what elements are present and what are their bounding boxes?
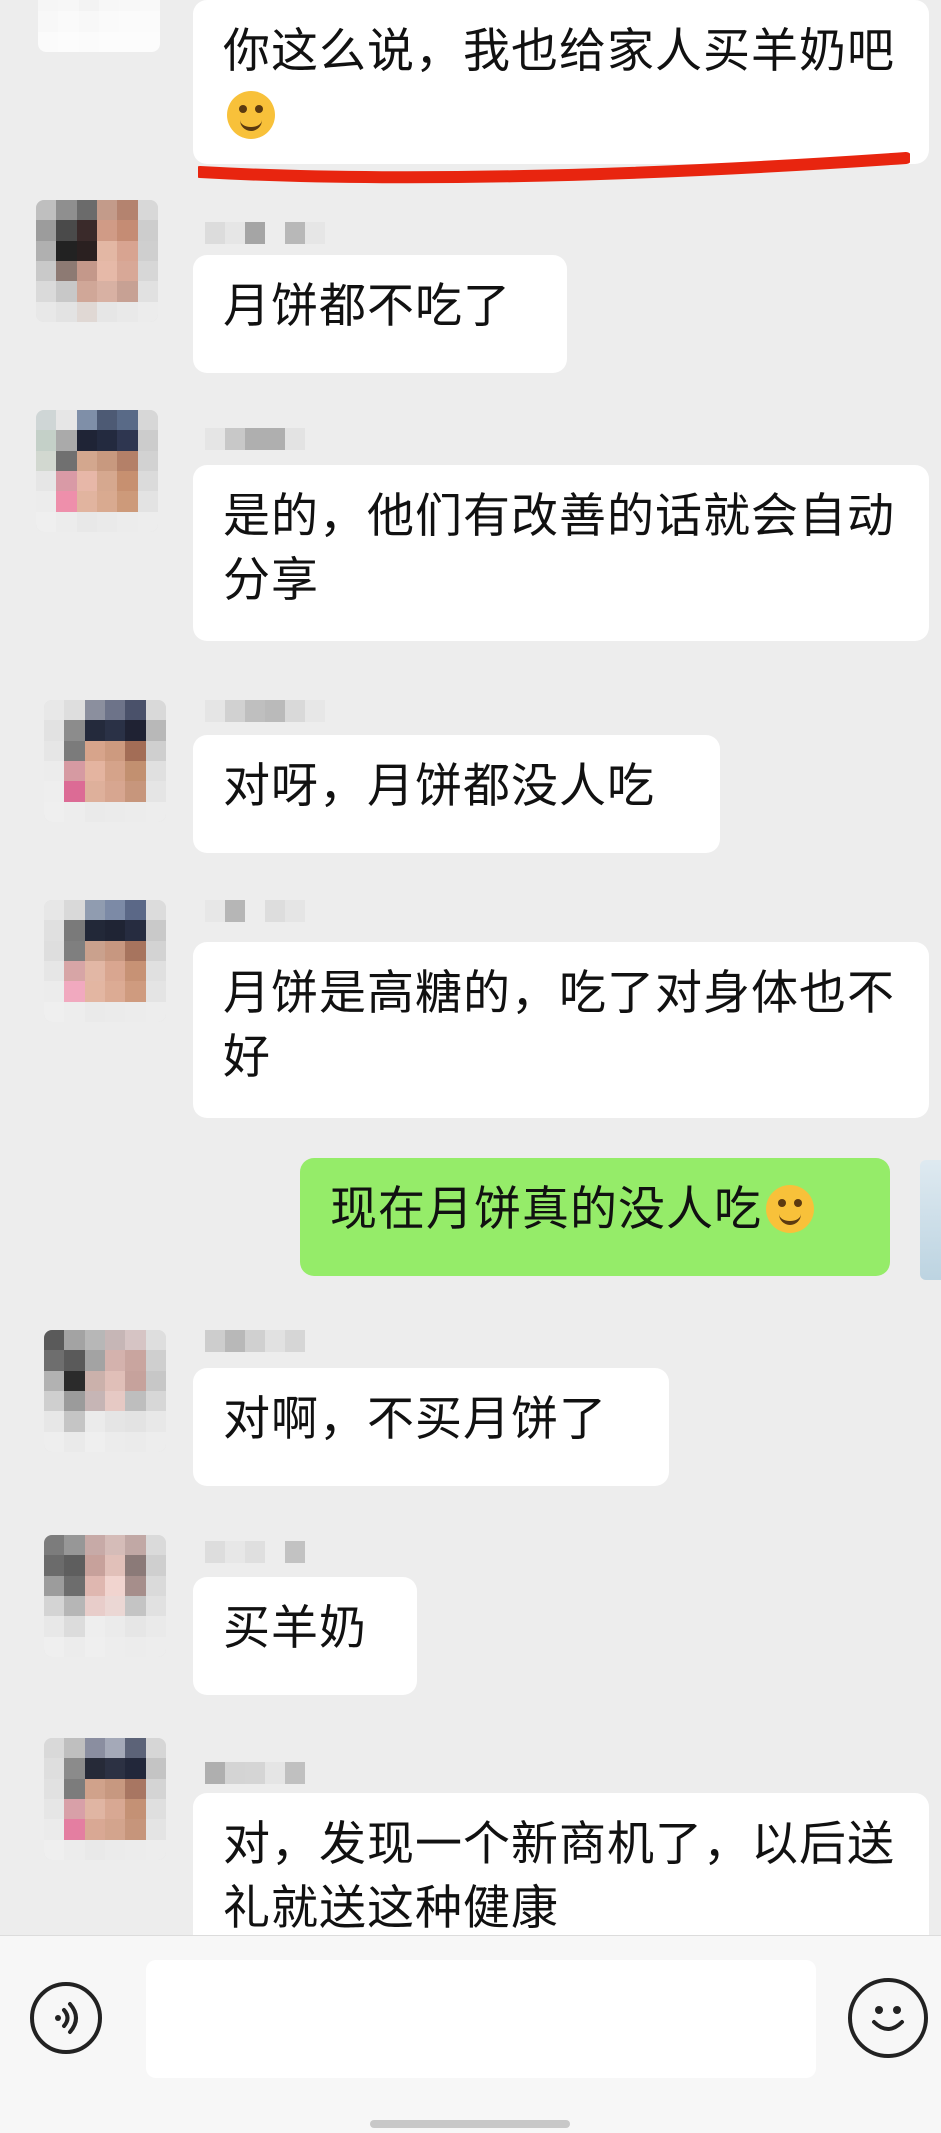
- sender-name-blurred: [205, 900, 325, 922]
- message-text: 对呀，月饼都没人吃: [223, 759, 655, 814]
- self-avatar-edge[interactable]: [920, 1160, 941, 1280]
- laughing-tears-emoji-icon: [766, 1185, 814, 1233]
- avatar[interactable]: [36, 410, 158, 532]
- avatar[interactable]: [44, 900, 166, 1022]
- avatar[interactable]: [44, 1535, 166, 1657]
- hand-over-mouth-emoji-icon: [227, 91, 275, 139]
- sender-name-blurred: [205, 1330, 325, 1352]
- message-bubble[interactable]: 对呀，月饼都没人吃: [193, 735, 720, 853]
- message-input[interactable]: [146, 1960, 816, 2078]
- message-text: 现在月饼真的没人吃: [330, 1182, 762, 1237]
- message-text: 对啊，不买月饼了: [223, 1392, 607, 1447]
- avatar[interactable]: [36, 200, 158, 322]
- sender-name-blurred: [205, 1762, 325, 1784]
- input-bar: [0, 1935, 941, 2133]
- message-text: 月饼都不吃了: [223, 279, 511, 334]
- message-bubble[interactable]: 月饼是高糖的，吃了对身体也不好: [193, 942, 929, 1118]
- sender-name-blurred: [205, 428, 325, 450]
- message-text: 买羊奶: [223, 1601, 367, 1656]
- home-indicator[interactable]: [370, 2120, 570, 2128]
- message-text: 对，发现一个新商机了，以后送礼就送这种健康: [223, 1817, 895, 1935]
- message-bubble[interactable]: 是的，他们有改善的话就会自动分享: [193, 465, 929, 641]
- message-bubble[interactable]: 买羊奶: [193, 1577, 417, 1695]
- message-text: 是的，他们有改善的话就会自动分享: [223, 489, 895, 608]
- message-bubble[interactable]: 你这么说，我也给家人买羊奶吧: [193, 0, 929, 164]
- avatar[interactable]: [38, 0, 160, 52]
- message-text: 你这么说，我也给家人买羊奶吧: [223, 24, 895, 79]
- avatar[interactable]: [44, 1330, 166, 1452]
- message-text: 月饼是高糖的，吃了对身体也不好: [223, 966, 895, 1085]
- message-bubble-self[interactable]: 现在月饼真的没人吃: [300, 1158, 890, 1276]
- sender-name-blurred: [205, 222, 325, 244]
- smiley-icon[interactable]: [848, 1978, 928, 2058]
- voice-icon[interactable]: [30, 1982, 102, 2054]
- avatar[interactable]: [44, 1738, 166, 1860]
- message-bubble[interactable]: 月饼都不吃了: [193, 255, 567, 373]
- message-bubble[interactable]: 对，发现一个新商机了，以后送礼就送这种健康: [193, 1793, 929, 1935]
- sender-name-blurred: [205, 1541, 325, 1563]
- chat-history[interactable]: 你这么说，我也给家人买羊奶吧 月饼都不吃了 是的，他们有改善的话就会自动分享 对…: [0, 0, 941, 1935]
- sender-name-blurred: [205, 700, 325, 722]
- avatar[interactable]: [44, 700, 166, 822]
- message-bubble[interactable]: 对啊，不买月饼了: [193, 1368, 669, 1486]
